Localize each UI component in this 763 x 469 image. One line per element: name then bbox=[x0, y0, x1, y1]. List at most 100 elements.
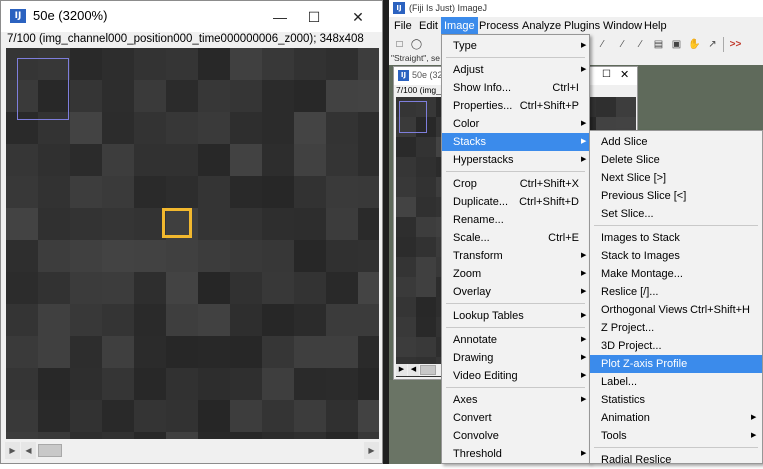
scrollbar-thumb[interactable] bbox=[38, 444, 62, 457]
inner-play-icon[interactable]: ▶ bbox=[396, 364, 407, 376]
scroll-left-arrow-icon[interactable]: ◀ bbox=[21, 442, 36, 459]
menu-separator bbox=[446, 327, 585, 328]
menu-file[interactable]: File bbox=[391, 17, 415, 36]
image-item-scale[interactable]: Scale... Ctrl+E bbox=[442, 229, 589, 247]
image-pixel bbox=[70, 48, 102, 80]
maximize-icon[interactable]: ☐ bbox=[297, 5, 331, 29]
menu-help[interactable]: Help bbox=[641, 17, 670, 36]
image-pixel bbox=[166, 176, 198, 208]
minimize-icon[interactable]: — bbox=[263, 5, 297, 29]
image-pixel bbox=[230, 304, 262, 336]
stacks-item-set-slice[interactable]: Set Slice... bbox=[590, 205, 762, 223]
image-item-overlay[interactable]: Overlay ▶ bbox=[442, 283, 589, 301]
image-pixel bbox=[230, 112, 262, 144]
stacks-item-z-project[interactable]: Z Project... bbox=[590, 319, 762, 337]
stacks-item-radial-reslice[interactable]: Radial Reslice bbox=[590, 451, 762, 469]
image-item-convolve[interactable]: Convolve bbox=[442, 427, 589, 445]
menu-item-label: Color bbox=[453, 118, 480, 130]
image-item-video-editing[interactable]: Video Editing ▶ bbox=[442, 367, 589, 385]
stacks-item-previous-slice[interactable]: Previous Slice [<] bbox=[590, 187, 762, 205]
stacks-item-statistics[interactable]: Statistics bbox=[590, 391, 762, 409]
stacks-item-reslice[interactable]: Reslice [/]... bbox=[590, 283, 762, 301]
image-item-convert[interactable]: Convert bbox=[442, 409, 589, 427]
image-item-annotate[interactable]: Annotate ▶ bbox=[442, 331, 589, 349]
image-pixel bbox=[198, 144, 230, 176]
image-pixel bbox=[6, 176, 38, 208]
inner-scroll-left-icon[interactable]: ◀ bbox=[408, 364, 419, 376]
menu-item-shortcut: Ctrl+Shift+H bbox=[690, 304, 750, 316]
navigation-overview-box bbox=[17, 58, 69, 120]
stacks-item-plot-z-axis-profile[interactable]: Plot Z-axis Profile bbox=[590, 355, 762, 373]
image-pixel bbox=[102, 80, 134, 112]
inner-scrollbar-thumb[interactable] bbox=[420, 365, 436, 375]
stacks-item-add-slice[interactable]: Add Slice bbox=[590, 133, 762, 151]
image-window[interactable]: IJ 50e (3200%) — ☐ ✕ 7/100 (img_channel0… bbox=[0, 0, 383, 464]
image-pixel bbox=[230, 272, 262, 304]
pencil-tool-icon[interactable]: ∕ bbox=[614, 37, 631, 52]
image-pixel bbox=[358, 432, 379, 439]
more-tools-button[interactable]: >> bbox=[727, 37, 744, 52]
image-item-properties[interactable]: Properties... Ctrl+Shift+P bbox=[442, 97, 589, 115]
image-pixel bbox=[166, 400, 198, 432]
image-pixel bbox=[70, 208, 102, 240]
image-item-type[interactable]: Type ▶ bbox=[442, 37, 589, 55]
stacks-item-orthogonal-views[interactable]: Orthogonal Views Ctrl+Shift+H bbox=[590, 301, 762, 319]
image-item-axes[interactable]: Axes ▶ bbox=[442, 391, 589, 409]
stacks-item-delete-slice[interactable]: Delete Slice bbox=[590, 151, 762, 169]
play-icon[interactable]: ▶ bbox=[5, 442, 20, 459]
menu-item-label: Stack to Images bbox=[601, 250, 680, 262]
image-item-rename[interactable]: Rename... bbox=[442, 211, 589, 229]
image-item-crop[interactable]: Crop Ctrl+Shift+X bbox=[442, 175, 589, 193]
image-pixel bbox=[166, 144, 198, 176]
image-item-hyperstacks[interactable]: Hyperstacks ▶ bbox=[442, 151, 589, 169]
submenu-arrow-icon: ▶ bbox=[581, 156, 587, 163]
flood-fill-tool-icon[interactable]: ▤ bbox=[650, 37, 667, 52]
submenu-arrow-icon: ▶ bbox=[581, 270, 587, 277]
image-pixel bbox=[102, 336, 134, 368]
image-pixel bbox=[262, 432, 294, 439]
image-item-stacks[interactable]: Stacks ▶ bbox=[442, 133, 589, 151]
image-item-show-info[interactable]: Show Info... Ctrl+I bbox=[442, 79, 589, 97]
stacks-item-next-slice[interactable]: Next Slice [>] bbox=[590, 169, 762, 187]
image-item-transform[interactable]: Transform ▶ bbox=[442, 247, 589, 265]
scroll-right-arrow-icon[interactable]: ▶ bbox=[364, 442, 379, 459]
arrow-tool-icon[interactable]: ↗ bbox=[704, 37, 721, 52]
close-icon[interactable]: ✕ bbox=[341, 5, 375, 29]
brush-tool-icon[interactable]: ∕ bbox=[632, 37, 649, 52]
oval-tool-icon[interactable]: ◯ bbox=[408, 37, 425, 52]
image-pixel bbox=[262, 368, 294, 400]
image-pixel bbox=[38, 144, 70, 176]
image-item-adjust[interactable]: Adjust ▶ bbox=[442, 61, 589, 79]
image-item-threshold[interactable]: Threshold ▶ bbox=[442, 445, 589, 463]
roi-selection-rectangle[interactable] bbox=[162, 208, 192, 238]
stacks-item-label[interactable]: Label... bbox=[590, 373, 762, 391]
image-item-zoom[interactable]: Zoom ▶ bbox=[442, 265, 589, 283]
image-canvas[interactable] bbox=[6, 48, 379, 439]
image-pixel bbox=[326, 208, 358, 240]
image-item-lookup-tables[interactable]: Lookup Tables ▶ bbox=[442, 307, 589, 325]
image-pixel bbox=[262, 208, 294, 240]
menu-edit[interactable]: Edit bbox=[416, 17, 441, 36]
stamp-tool-icon[interactable]: ▣ bbox=[668, 37, 685, 52]
stacks-item-make-montage[interactable]: Make Montage... bbox=[590, 265, 762, 283]
image-item-drawing[interactable]: Drawing ▶ bbox=[442, 349, 589, 367]
inner-maximize-icon[interactable]: ☐ bbox=[602, 69, 611, 80]
window-title: 50e (3200%) bbox=[33, 8, 108, 23]
stacks-item-stack-to-images[interactable]: Stack to Images bbox=[590, 247, 762, 265]
image-pixel bbox=[326, 336, 358, 368]
menu-window[interactable]: Window bbox=[600, 17, 645, 36]
window-title-bar[interactable]: IJ 50e (3200%) — ☐ ✕ bbox=[1, 1, 382, 32]
rectangle-tool-icon[interactable]: □ bbox=[391, 37, 408, 52]
fiji-title-bar[interactable]: IJ (Fiji Is Just) ImageJ bbox=[389, 0, 763, 17]
stacks-item-images-to-stack[interactable]: Images to Stack bbox=[590, 229, 762, 247]
hand-tool-icon[interactable]: ✋ bbox=[686, 37, 703, 52]
image-item-duplicate[interactable]: Duplicate... Ctrl+Shift+D bbox=[442, 193, 589, 211]
eyedropper-tool-icon[interactable]: ⁄ bbox=[594, 37, 611, 52]
inner-close-icon[interactable]: ✕ bbox=[620, 68, 629, 81]
stacks-item-3d-project[interactable]: 3D Project... bbox=[590, 337, 762, 355]
image-item-color[interactable]: Color ▶ bbox=[442, 115, 589, 133]
stacks-item-animation[interactable]: Animation ▶ bbox=[590, 409, 762, 427]
slice-scrollbar[interactable]: ▶ ◀ ▶ bbox=[5, 442, 379, 459]
submenu-arrow-icon: ▶ bbox=[581, 354, 587, 361]
stacks-item-tools[interactable]: Tools ▶ bbox=[590, 427, 762, 445]
